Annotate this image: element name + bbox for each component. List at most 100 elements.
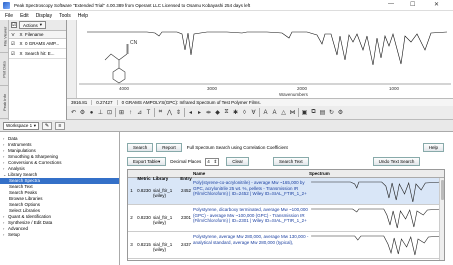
tree-label: Analysis	[8, 166, 25, 171]
fill-icon[interactable]: ◆	[214, 109, 221, 116]
x-tick: 2000	[297, 86, 308, 91]
magnet-icon[interactable]: ⋈	[289, 109, 296, 116]
col-name[interactable]: Name	[193, 171, 309, 177]
tree-label: Instruments	[8, 142, 32, 147]
results-controls: Export Table ▾ Decimal Places 4 ⇕ Clear …	[127, 157, 421, 166]
name-cell[interactable]: Polystyrene, average Mw 280,000, average…	[193, 232, 309, 245]
text-a-icon[interactable]: A	[262, 109, 269, 116]
gear-icon[interactable]: ⚙	[79, 109, 86, 116]
tab-file-viewer[interactable]: File Viewer	[0, 20, 9, 53]
results-scrollbar[interactable]	[439, 178, 444, 260]
tree-label: Smoothing & Sharpening	[8, 154, 59, 159]
cursor-y-readout: 0.27427	[92, 100, 118, 105]
tree-label: Browse Libraries	[9, 196, 43, 201]
toolbar-separator	[184, 108, 185, 117]
menu-file[interactable]: File	[5, 13, 13, 19]
select-all-checkbox[interactable]: ☑	[11, 22, 17, 28]
text-a2-icon[interactable]: A	[271, 109, 278, 116]
zoom-fit-icon[interactable]: ⊡	[106, 109, 113, 116]
stepper-icon: ⇕	[213, 158, 218, 164]
tab-plot-data[interactable]: Plot Data	[0, 53, 9, 86]
x-tick: 1000	[389, 86, 400, 91]
col-close[interactable]: X	[17, 32, 25, 37]
workspace-select[interactable]: Workspace 1 ▾	[3, 121, 39, 130]
table-row[interactable]: 3 0.8215 sial_ftir_1 (wiley) 2437 Polyst…	[128, 232, 444, 259]
undo-icon[interactable]: ↶	[70, 109, 77, 116]
table-row[interactable]: 2 0.8230 sial_ftir_1 (wiley) 2301 Polyst…	[128, 205, 444, 232]
name-cell[interactable]: Polystyrene, dicarboxy terminated, avera…	[193, 205, 309, 224]
entry-cell: 2452	[180, 188, 191, 193]
metric-cell: 0.8215	[137, 242, 151, 247]
peak-icon[interactable]: ⋀	[166, 109, 173, 116]
baseline-icon[interactable]: ◊	[241, 109, 248, 116]
clear-button[interactable]: Clear	[226, 157, 249, 166]
file-panel: ☑ Actions ▾ V X Filename ☑ X 0 GRAMS AMP…	[9, 20, 67, 120]
refresh-icon[interactable]: ↻	[328, 109, 335, 116]
menu-help[interactable]: Help	[78, 13, 88, 19]
visible-checkbox[interactable]: ☑	[9, 41, 17, 47]
arrow-up-icon[interactable]: ↑	[127, 109, 134, 116]
tree-label: Conversions & Corrections	[8, 160, 62, 165]
molecule-label: CN	[130, 40, 138, 46]
search-text-button[interactable]: Search Text	[272, 157, 309, 166]
x-tick: 4000	[119, 86, 130, 91]
row-index: 2	[130, 215, 133, 220]
close-file-icon[interactable]: X	[17, 41, 25, 46]
col-spectrum[interactable]: Spectrum	[309, 171, 444, 176]
file-row[interactable]: ☑ X 0 GRAMS AMP...	[9, 39, 66, 49]
menu-tools[interactable]: Tools	[59, 13, 71, 19]
maximize-button[interactable]: ☐	[410, 1, 415, 8]
text-icon[interactable]: T	[145, 109, 152, 116]
scroll-thumb[interactable]	[441, 180, 444, 200]
col-visible[interactable]: V	[9, 32, 17, 37]
close-button[interactable]: ✕	[434, 1, 439, 8]
scale-icon[interactable]: ⊥	[97, 109, 104, 116]
spectrum-plot[interactable]: CN 4000 3000 2000 1000 Wavenumbers	[67, 20, 453, 98]
minimize-button[interactable]: —	[388, 1, 394, 7]
undo-text-search-button[interactable]: Undo Text Search	[372, 157, 421, 166]
save-icon[interactable]: ▣	[301, 109, 308, 116]
prev-icon[interactable]: ◂	[187, 109, 194, 116]
clipboard-icon[interactable]: ▤	[319, 109, 326, 116]
export-table-button[interactable]: Export Table ▾	[127, 157, 167, 166]
cursor-x-readout: 3916.81	[67, 100, 93, 105]
copy-icon[interactable]: ⧉	[310, 109, 317, 116]
row-index: 3	[130, 242, 133, 247]
split-icon[interactable]: ⇹	[205, 109, 212, 116]
grid-icon[interactable]: ⊞	[118, 109, 125, 116]
menu-edit[interactable]: Edit	[20, 13, 29, 19]
file-panel-toolbar: ☑ Actions ▾	[9, 20, 66, 31]
compare-icon[interactable]: ⧖	[223, 109, 230, 116]
triangle-icon[interactable]: △	[280, 109, 287, 116]
table-row[interactable]: 1 0.8230 sial_ftir_1 (wiley) 2452 Poly(s…	[128, 178, 444, 205]
close-file-icon[interactable]: X	[17, 51, 25, 56]
new-workspace-button[interactable]: ✎	[42, 121, 52, 130]
visible-checkbox[interactable]: ☑	[9, 51, 17, 57]
settings-icon[interactable]: ⚙	[337, 109, 344, 116]
search-panel: Search Report Full Spectrum Search using…	[120, 132, 453, 265]
label-icon[interactable]: Ɐ	[250, 109, 257, 116]
report-button[interactable]: Report	[156, 143, 182, 152]
tree-item[interactable]: › Setup	[0, 232, 119, 238]
plot-toolbar: ↶ ⚙ ● ⊥ ⊡ ⊞ ↑ ⊿ T ⌗ ⋀ ⇕ ◂ ▸ ⇹ ◆ ⧖ ✱ ◊ Ɐ …	[67, 106, 453, 120]
file-row[interactable]: ☑ X Search hit: E...	[9, 49, 66, 59]
tab-peak-info[interactable]: Peak Info	[0, 86, 9, 119]
toolbar-separator	[115, 108, 116, 117]
search-button[interactable]: Search	[127, 143, 154, 152]
metric-cell: 0.8230	[137, 188, 151, 193]
next-icon[interactable]: ▸	[196, 109, 203, 116]
help-button[interactable]: Help	[422, 143, 444, 152]
record-icon[interactable]: ●	[88, 109, 95, 116]
col-filename[interactable]: Filename	[25, 32, 66, 37]
crop-icon[interactable]: ⌗	[157, 109, 164, 116]
tree-label: Library Search	[8, 172, 38, 177]
actions-button[interactable]: Actions ▾	[19, 21, 47, 29]
menu-display[interactable]: Display	[36, 13, 52, 19]
workspace-menu-button[interactable]: ≡	[55, 121, 65, 130]
up-down-icon[interactable]: ⇕	[175, 109, 182, 116]
star-icon[interactable]: ✱	[232, 109, 239, 116]
decimal-places-stepper[interactable]: 4 ⇕	[205, 157, 220, 166]
chart-icon[interactable]: ⊿	[136, 109, 143, 116]
name-cell[interactable]: Poly(styrene-co-acrylonitrile) - average…	[193, 178, 309, 197]
decimal-places-label: Decimal Places	[170, 159, 202, 164]
